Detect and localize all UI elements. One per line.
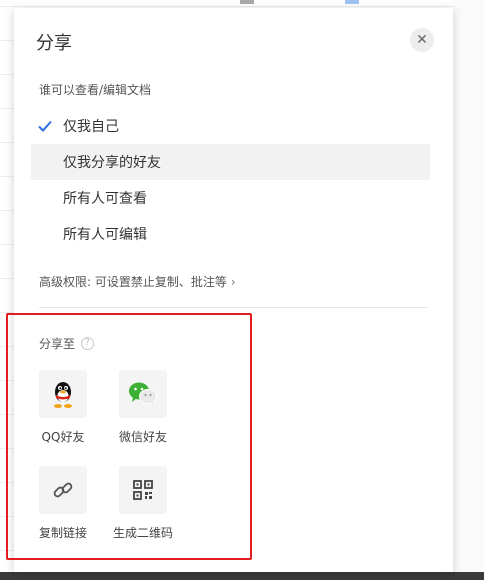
- option-label: 仅我分享的好友: [63, 155, 161, 171]
- background-sidebar: [453, 0, 484, 580]
- share-to-label: 分享至: [39, 337, 76, 351]
- share-wechat-button[interactable]: 微信好友: [108, 370, 178, 445]
- divider: [39, 307, 428, 308]
- qrcode-tile: [119, 466, 167, 514]
- background-tab-mark-active: [345, 0, 359, 4]
- option-label: 仅我自己: [63, 119, 119, 135]
- qq-tile: [39, 370, 87, 418]
- help-icon[interactable]: ?: [81, 337, 95, 350]
- qq-icon: [54, 382, 72, 408]
- share-label: 微信好友: [118, 430, 167, 444]
- share-qq-button[interactable]: QQ好友: [28, 370, 98, 445]
- option-shared-friends[interactable]: 仅我分享的好友: [31, 144, 430, 180]
- permission-label: 谁可以查看/编辑文档: [39, 83, 152, 97]
- chevron-right-icon: ›: [230, 274, 236, 289]
- share-label: QQ好友: [41, 430, 85, 444]
- wechat-tile: [119, 370, 167, 418]
- background-tab-mark: [240, 0, 254, 4]
- share-dialog: 分享 ✕ 谁可以查看/编辑文档 仅我自己 仅我分享的好友 所有人可查看 所有人可…: [14, 8, 453, 572]
- option-label: 所有人可查看: [63, 191, 147, 207]
- option-everyone-edit[interactable]: 所有人可编辑: [31, 216, 430, 252]
- generate-qrcode-button[interactable]: 生成二维码: [108, 466, 178, 541]
- permission-options: 仅我自己 仅我分享的好友 所有人可查看 所有人可编辑: [31, 108, 430, 252]
- option-everyone-view[interactable]: 所有人可查看: [31, 180, 430, 216]
- background-status-bar: [0, 572, 484, 580]
- advanced-permissions-link[interactable]: 高级权限: 可设置禁止复制、批注等 ›: [39, 273, 236, 290]
- advanced-label: 高级权限: 可设置禁止复制、批注等: [39, 275, 227, 289]
- copy-link-button[interactable]: 复制链接: [28, 466, 98, 541]
- option-label: 所有人可编辑: [63, 227, 147, 243]
- wechat-icon: [129, 382, 157, 405]
- link-tile: [39, 466, 87, 514]
- close-icon: ✕: [416, 32, 428, 48]
- share-label: 生成二维码: [112, 526, 173, 540]
- link-icon: [53, 482, 73, 498]
- close-button[interactable]: ✕: [410, 28, 434, 52]
- dialog-title: 分享: [36, 33, 72, 54]
- share-label: 复制链接: [38, 526, 87, 540]
- checkmark-icon: [38, 120, 52, 132]
- share-to-heading: 分享至 ?: [39, 335, 95, 352]
- qrcode-icon: [133, 480, 153, 500]
- option-only-me[interactable]: 仅我自己: [31, 108, 430, 144]
